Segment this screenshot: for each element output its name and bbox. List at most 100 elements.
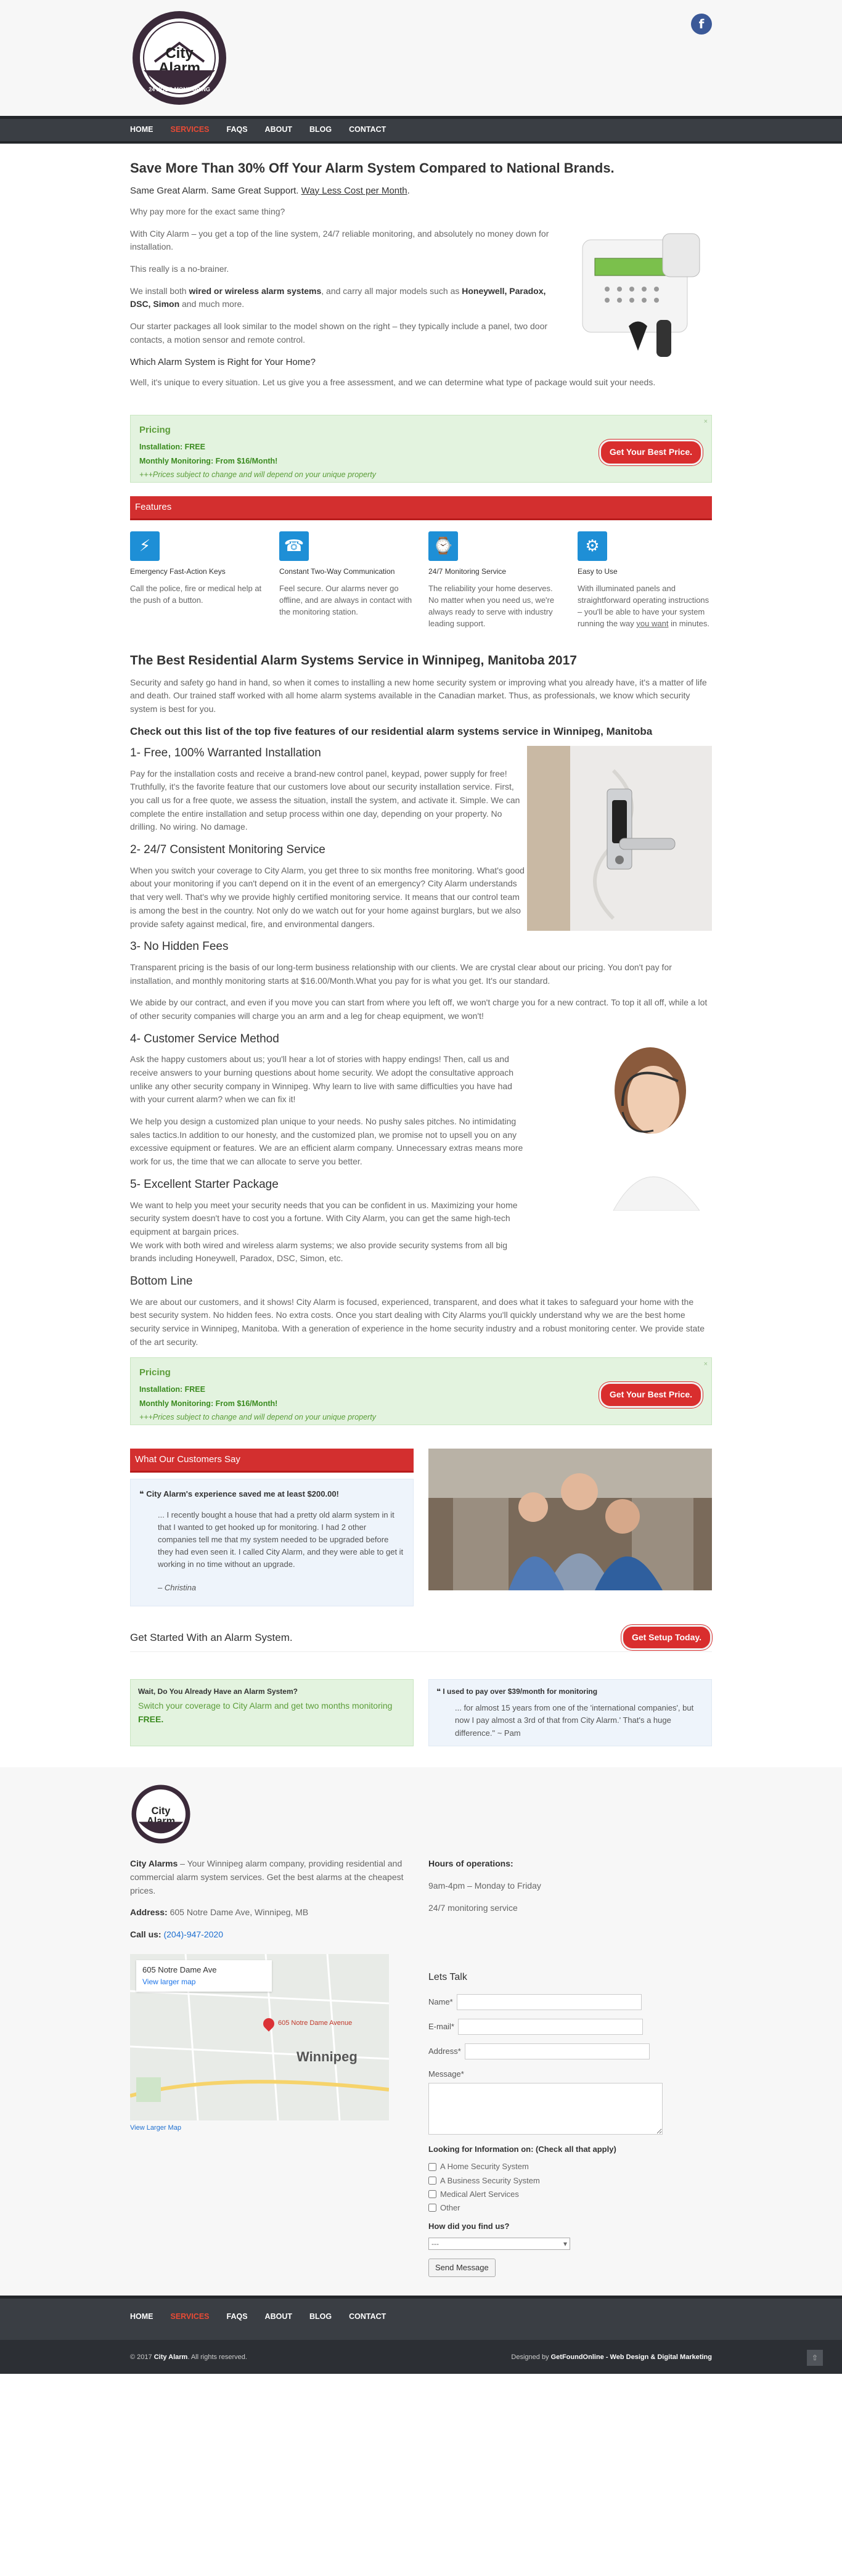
designer-credit: Designed by GetFoundOnline - Web Design … <box>511 2353 712 2361</box>
body-text: We abide by our contract, and even if yo… <box>130 997 708 1021</box>
close-icon[interactable]: × <box>704 417 708 427</box>
footer-nav-home[interactable]: Home <box>130 2311 153 2323</box>
intro-text: Our starter packages all look similar to… <box>130 321 548 345</box>
checkbox-home[interactable] <box>428 2163 436 2172</box>
pricing-title: Pricing <box>139 425 171 436</box>
sub-headline: Same Great Alarm. Same Great Support. Wa… <box>130 185 410 196</box>
bottom-boxes: Wait, Do You Already Have an Alarm Syste… <box>130 1678 712 1746</box>
residential-intro: Security and safety go hand in hand, so … <box>130 677 707 714</box>
pricing-title: Pricing <box>139 1367 171 1378</box>
nav-contact[interactable]: Contact <box>349 124 386 136</box>
email-label: E-mail* <box>428 2022 454 2032</box>
body-text: We want to help you meet your security n… <box>130 1200 518 1237</box>
switch-heading: Wait, Do You Already Have an Alarm Syste… <box>138 1687 298 1696</box>
view-larger-map-footer-link[interactable]: View Larger Map <box>130 2123 414 2133</box>
close-icon[interactable]: × <box>704 1359 708 1370</box>
address: Address: 605 Notre Dame Ave, Winnipeg, M… <box>130 1907 309 1918</box>
intro-text: With City Alarm – you get a top of the l… <box>130 228 549 252</box>
body-text: Ask the happy customers about us; you'll… <box>130 1054 514 1105</box>
switch-body: Switch your coverage to City Alarm and g… <box>138 1701 393 1724</box>
view-larger-map-link[interactable]: View larger map <box>142 1976 266 1988</box>
form-title: Lets Talk <box>428 1972 467 1983</box>
body-text: Pay for the installation costs and recei… <box>130 768 507 779</box>
map-city-label: Winnipeg <box>296 2048 358 2064</box>
quote-icon: ❝ <box>436 1687 443 1696</box>
footer-nav-contact[interactable]: Contact <box>349 2311 386 2323</box>
map-info-card: 605 Notre Dame Ave View larger map <box>136 1960 272 1992</box>
you-want-link[interactable]: you want <box>636 619 668 628</box>
phone-link[interactable]: (204)-947-2020 <box>163 1929 223 1939</box>
nav-services[interactable]: Services <box>171 124 210 136</box>
features-title: Features <box>130 496 712 520</box>
facebook-icon[interactable]: f <box>691 14 712 35</box>
pricing-box: × Pricing Installation: FREE Monthly Mon… <box>130 1357 712 1426</box>
feature-heading: 5- Excellent Starter Package <box>130 1177 279 1191</box>
cost-link[interactable]: Way Less Cost per Month <box>301 186 407 196</box>
chat-icon: ☎ <box>279 531 309 561</box>
cta-text: Get Started With an Alarm System. <box>130 1631 293 1643</box>
feature-heading: 4- Customer Service Method <box>130 1032 279 1045</box>
footer-nav-about[interactable]: About <box>265 2311 292 2323</box>
checkbox-medical[interactable] <box>428 2190 436 2199</box>
address-label: Address* <box>428 2046 461 2056</box>
bottom-line-heading: Bottom Line <box>130 1274 193 1288</box>
footer-logo[interactable]: City Alarm <box>130 1783 192 1845</box>
nav-blog[interactable]: Blog <box>309 124 332 136</box>
review-card: ❝ City Alarm's experience saved me at le… <box>130 1478 414 1606</box>
feature-item: ⚡ Emergency Fast-Action Keys Call the po… <box>130 531 264 630</box>
svg-text:24 HOUR MONITORING: 24 HOUR MONITORING <box>149 86 210 92</box>
find-us-select[interactable]: --- ▾ <box>428 2238 570 2251</box>
install-text: We install both wired or wireless alarm … <box>130 285 546 309</box>
get-best-price-button[interactable]: Get Your Best Price. <box>599 1382 703 1409</box>
support-agent-image <box>589 1031 712 1211</box>
site-header: City Alarm 24 HOUR MONITORING f <box>0 0 842 116</box>
name-label: Name* <box>428 1997 453 2007</box>
pricing-box: × Pricing Installation: FREE Monthly Mon… <box>130 415 712 483</box>
reviews-section: What Our Customers Say ❝ City Alarm's ex… <box>130 1449 712 1606</box>
footer-nav-blog[interactable]: Blog <box>309 2311 332 2323</box>
message-field[interactable] <box>428 2083 663 2135</box>
family-photo <box>428 1449 712 1591</box>
main-nav: Home Services FAQs About Blog Contact <box>0 116 842 144</box>
monitoring-info: 24/7 monitoring service <box>428 1902 518 1913</box>
get-setup-button[interactable]: Get Setup Today. <box>621 1624 712 1651</box>
address-field[interactable] <box>464 2043 650 2060</box>
feature-item: ☎ Constant Two-Way Communication Feel se… <box>279 531 414 630</box>
checkbox-label: A Business Security System <box>440 2175 540 2185</box>
scroll-to-top-icon[interactable]: ⇧ <box>807 2350 823 2366</box>
footer-contact: City Alarm City Alarms – Your Winnipeg a… <box>0 1767 842 2296</box>
hours: 9am-4pm – Monday to Friday <box>428 1881 541 1891</box>
send-message-button[interactable]: Send Message <box>428 2259 496 2278</box>
nav-about[interactable]: About <box>265 124 292 136</box>
checkbox-title: Looking for Information on: (Check all t… <box>428 2145 616 2154</box>
city-alarm-logo[interactable]: City Alarm 24 HOUR MONITORING <box>130 9 229 107</box>
name-field[interactable] <box>456 1994 642 2011</box>
find-us-title: How did you find us? <box>428 2222 510 2231</box>
nav-home[interactable]: Home <box>130 124 153 136</box>
checkbox-other[interactable] <box>428 2204 436 2212</box>
testimonial-box: ❝ I used to pay over $39/month for monit… <box>428 1678 712 1746</box>
review-heading: ❝ City Alarm's experience saved me at le… <box>139 1489 339 1499</box>
designer-link[interactable]: GetFoundOnline - Web Design & Digital Ma… <box>551 2353 712 2361</box>
footer-nav-services[interactable]: Services <box>171 2311 210 2323</box>
get-best-price-button[interactable]: Get Your Best Price. <box>599 440 703 465</box>
feature-item: ⚙ Easy to Use With illuminated panels an… <box>578 531 712 630</box>
review-body: ... I recently bought a house that had a… <box>158 1510 404 1569</box>
lightning-icon: ⚡ <box>130 531 160 561</box>
feature-item: ⌚ 24/7 Monitoring Service The reliabilit… <box>428 531 563 630</box>
pricing-note: +++Prices subject to change and will dep… <box>139 470 376 480</box>
body-text: We help you design a customized plan uni… <box>130 1116 523 1167</box>
nav-faqs[interactable]: FAQs <box>227 124 248 136</box>
monitor-icon: ⌚ <box>428 531 458 561</box>
company-description: City Alarms – Your Winnipeg alarm compan… <box>130 1858 404 1895</box>
map[interactable]: 605 Notre Dame Ave View larger map 605 N… <box>130 1953 389 2120</box>
body-text: Transparent pricing is the basis of our … <box>130 962 672 986</box>
email-field[interactable] <box>457 2019 643 2035</box>
which-system-answer: Well, it's unique to every situation. Le… <box>130 377 656 387</box>
body-text: We are about our customers, and it shows… <box>130 1296 705 1347</box>
chevron-down-icon: ▾ <box>563 2239 567 2249</box>
cta-row: Get Started With an Alarm System. Get Se… <box>130 1624 712 1652</box>
checkbox-business[interactable] <box>428 2177 436 2185</box>
footer-nav-faqs[interactable]: FAQs <box>227 2311 248 2323</box>
copyright-text: © 2017 City Alarm. All rights reserved. <box>130 2353 247 2361</box>
